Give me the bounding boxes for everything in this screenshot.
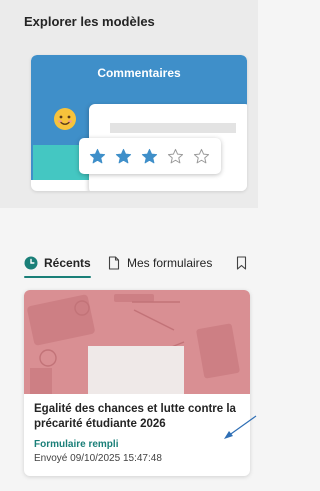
smiley-icon [54,108,76,130]
tab-my-forms[interactable]: Mes formulaires [108,252,212,274]
star-filled-icon [89,148,106,163]
template-card-feedback[interactable]: Commentaires [31,55,247,191]
bookmark-icon [236,256,247,270]
tab-recent[interactable]: Récents [24,252,91,278]
form-cover-image [24,290,250,394]
template-title: Commentaires [97,66,181,80]
recent-form-card[interactable]: Egalité des chances et lutte contre la p… [24,290,250,476]
rating-stars [79,138,221,174]
form-title: Egalité des chances et lutte contre la p… [34,403,236,430]
tab-recent-label: Récents [44,256,91,270]
star-filled-icon [141,148,158,163]
form-status: Formulaire rempli [34,439,119,450]
forms-tabs: Récents Mes formulaires [24,252,258,278]
explore-templates-section: Explorer les modèles Commentaires [0,0,258,208]
template-preview-line [110,123,236,133]
document-icon [108,256,120,270]
star-empty-icon [167,148,184,163]
clock-icon [24,256,38,270]
arrow-annotation-icon [224,415,257,439]
tab-my-forms-label: Mes formulaires [127,256,213,270]
star-filled-icon [115,148,132,163]
section-title: Explorer les modèles [24,14,155,29]
form-sent-date: Envoyé 09/10/2025 15:47:48 [34,453,162,464]
tab-bookmarked[interactable] [236,252,247,274]
star-empty-icon [193,148,210,163]
